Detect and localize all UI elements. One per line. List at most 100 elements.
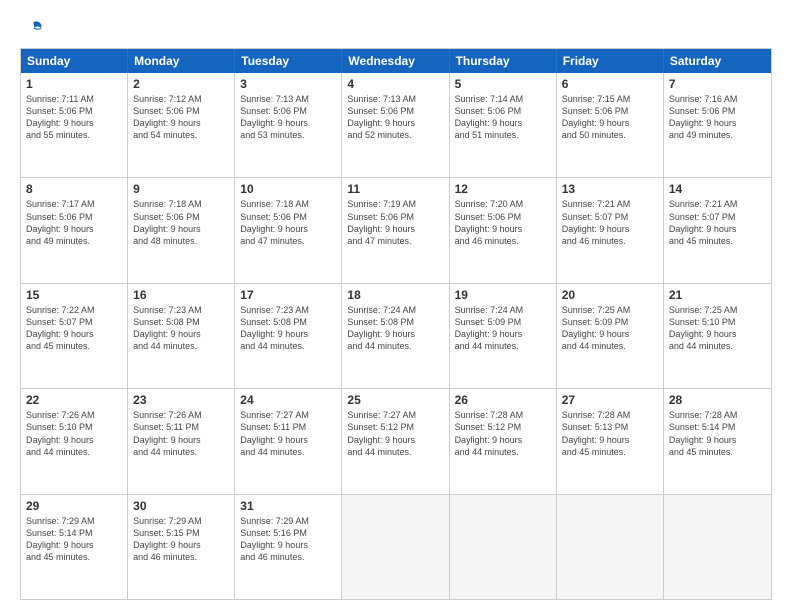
table-row: 23 Sunrise: 7:26 AMSunset: 5:11 PMDayligh…: [128, 389, 235, 493]
cell-text: Sunrise: 7:29 AMSunset: 5:15 PMDaylight:…: [133, 515, 229, 564]
cell-text: Sunrise: 7:29 AMSunset: 5:14 PMDaylight:…: [26, 515, 122, 564]
table-row: [450, 495, 557, 599]
table-row: 5Sunrise: 7:14 AMSunset: 5:06 PMDaylight…: [450, 73, 557, 177]
cell-text: Sunrise: 7:19 AMSunset: 5:06 PMDaylight:…: [347, 198, 443, 247]
logo: [20, 18, 45, 40]
cell-text: Sunrise: 7:13 AMSunset: 5:06 PMDaylight:…: [240, 93, 336, 142]
day-number: 17: [240, 288, 336, 302]
day-number: 28: [669, 393, 766, 407]
table-row: 24 Sunrise: 7:27 AMSunset: 5:11 PMDayligh…: [235, 389, 342, 493]
table-row: 19 Sunrise: 7:24 AMSunset: 5:09 PMDayligh…: [450, 284, 557, 388]
day-number: 31: [240, 499, 336, 513]
cell-text: Sunrise: 7:28 AMSunset: 5:14 PMDaylight:…: [669, 409, 766, 458]
cell-text: Sunrise: 7:11 AMSunset: 5:06 PMDaylight:…: [26, 93, 122, 142]
day-number: 1: [26, 77, 122, 91]
day-number: 7: [669, 77, 766, 91]
day-number: 2: [133, 77, 229, 91]
day-number: 20: [562, 288, 658, 302]
cell-text: Sunrise: 7:16 AMSunset: 5:06 PMDaylight:…: [669, 93, 766, 142]
cell-text: Sunrise: 7:23 AMSunset: 5:08 PMDaylight:…: [133, 304, 229, 353]
logo-bird-icon: [23, 18, 45, 40]
cell-text: Sunrise: 7:18 AMSunset: 5:06 PMDaylight:…: [240, 198, 336, 247]
header-saturday: Saturday: [664, 49, 771, 73]
table-row: 10 Sunrise: 7:18 AMSunset: 5:06 PMDayligh…: [235, 178, 342, 282]
day-number: 30: [133, 499, 229, 513]
table-row: 25 Sunrise: 7:27 AMSunset: 5:12 PMDayligh…: [342, 389, 449, 493]
day-number: 23: [133, 393, 229, 407]
cell-text: Sunrise: 7:21 AMSunset: 5:07 PMDaylight:…: [669, 198, 766, 247]
week-row-5: 29 Sunrise: 7:29 AMSunset: 5:14 PMDayligh…: [21, 495, 771, 599]
cell-text: Sunrise: 7:28 AMSunset: 5:13 PMDaylight:…: [562, 409, 658, 458]
table-row: 20 Sunrise: 7:25 AMSunset: 5:09 PMDayligh…: [557, 284, 664, 388]
table-row: 8 Sunrise: 7:17 AMSunset: 5:06 PMDaylight…: [21, 178, 128, 282]
cell-text: Sunrise: 7:26 AMSunset: 5:11 PMDaylight:…: [133, 409, 229, 458]
header-sunday: Sunday: [21, 49, 128, 73]
week-row-4: 22Sunrise: 7:26 AMSunset: 5:10 PMDayligh…: [21, 389, 771, 494]
day-number: 29: [26, 499, 122, 513]
table-row: 13Sunrise: 7:21 AMSunset: 5:07 PMDayligh…: [557, 178, 664, 282]
table-row: 22Sunrise: 7:26 AMSunset: 5:10 PMDayligh…: [21, 389, 128, 493]
day-number: 26: [455, 393, 551, 407]
table-row: 2Sunrise: 7:12 AMSunset: 5:06 PMDaylight…: [128, 73, 235, 177]
cell-text: Sunrise: 7:13 AMSunset: 5:06 PMDaylight:…: [347, 93, 443, 142]
day-number: 5: [455, 77, 551, 91]
table-row: 3Sunrise: 7:13 AMSunset: 5:06 PMDaylight…: [235, 73, 342, 177]
cell-text: Sunrise: 7:24 AMSunset: 5:09 PMDaylight:…: [455, 304, 551, 353]
table-row: 28 Sunrise: 7:28 AMSunset: 5:14 PMDayligh…: [664, 389, 771, 493]
table-row: 4Sunrise: 7:13 AMSunset: 5:06 PMDaylight…: [342, 73, 449, 177]
day-number: 9: [133, 182, 229, 196]
week-row-3: 15 Sunrise: 7:22 AMSunset: 5:07 PMDayligh…: [21, 284, 771, 389]
table-row: 21 Sunrise: 7:25 AMSunset: 5:10 PMDayligh…: [664, 284, 771, 388]
day-number: 15: [26, 288, 122, 302]
day-number: 27: [562, 393, 658, 407]
cell-text: Sunrise: 7:25 AMSunset: 5:10 PMDaylight:…: [669, 304, 766, 353]
cell-text: Sunrise: 7:20 AMSunset: 5:06 PMDaylight:…: [455, 198, 551, 247]
cell-text: Sunrise: 7:26 AMSunset: 5:10 PMDaylight:…: [26, 409, 122, 458]
cell-text: Sunrise: 7:27 AMSunset: 5:11 PMDaylight:…: [240, 409, 336, 458]
header-wednesday: Wednesday: [342, 49, 449, 73]
week-row-1: 1 Sunrise: 7:11 AMSunset: 5:06 PMDaylight…: [21, 73, 771, 178]
cell-text: Sunrise: 7:25 AMSunset: 5:09 PMDaylight:…: [562, 304, 658, 353]
cell-text: Sunrise: 7:15 AMSunset: 5:06 PMDaylight:…: [562, 93, 658, 142]
day-number: 25: [347, 393, 443, 407]
table-row: 26 Sunrise: 7:28 AMSunset: 5:12 PMDayligh…: [450, 389, 557, 493]
table-row: 17 Sunrise: 7:23 AMSunset: 5:08 PMDayligh…: [235, 284, 342, 388]
cell-text: Sunrise: 7:22 AMSunset: 5:07 PMDaylight:…: [26, 304, 122, 353]
day-number: 10: [240, 182, 336, 196]
cell-text: Sunrise: 7:28 AMSunset: 5:12 PMDaylight:…: [455, 409, 551, 458]
table-row: 14Sunrise: 7:21 AMSunset: 5:07 PMDayligh…: [664, 178, 771, 282]
table-row: 31Sunrise: 7:29 AMSunset: 5:16 PMDayligh…: [235, 495, 342, 599]
table-row: 9 Sunrise: 7:18 AMSunset: 5:06 PMDaylight…: [128, 178, 235, 282]
table-row: 11 Sunrise: 7:19 AMSunset: 5:06 PMDayligh…: [342, 178, 449, 282]
week-row-2: 8 Sunrise: 7:17 AMSunset: 5:06 PMDaylight…: [21, 178, 771, 283]
day-number: 12: [455, 182, 551, 196]
header: [20, 18, 772, 40]
table-row: 27 Sunrise: 7:28 AMSunset: 5:13 PMDayligh…: [557, 389, 664, 493]
day-number: 11: [347, 182, 443, 196]
cell-text: Sunrise: 7:27 AMSunset: 5:12 PMDaylight:…: [347, 409, 443, 458]
day-number: 16: [133, 288, 229, 302]
table-row: [664, 495, 771, 599]
table-row: 6 Sunrise: 7:15 AMSunset: 5:06 PMDaylight…: [557, 73, 664, 177]
table-row: [342, 495, 449, 599]
table-row: 30 Sunrise: 7:29 AMSunset: 5:15 PMDayligh…: [128, 495, 235, 599]
day-number: 13: [562, 182, 658, 196]
day-number: 8: [26, 182, 122, 196]
calendar-header: Sunday Monday Tuesday Wednesday Thursday…: [21, 49, 771, 73]
cell-text: Sunrise: 7:23 AMSunset: 5:08 PMDaylight:…: [240, 304, 336, 353]
table-row: 7 Sunrise: 7:16 AMSunset: 5:06 PMDaylight…: [664, 73, 771, 177]
table-row: 29 Sunrise: 7:29 AMSunset: 5:14 PMDayligh…: [21, 495, 128, 599]
day-number: 21: [669, 288, 766, 302]
table-row: 12 Sunrise: 7:20 AMSunset: 5:06 PMDayligh…: [450, 178, 557, 282]
cell-text: Sunrise: 7:17 AMSunset: 5:06 PMDaylight:…: [26, 198, 122, 247]
day-number: 24: [240, 393, 336, 407]
calendar: Sunday Monday Tuesday Wednesday Thursday…: [20, 48, 772, 600]
header-friday: Friday: [557, 49, 664, 73]
table-row: [557, 495, 664, 599]
cell-text: Sunrise: 7:18 AMSunset: 5:06 PMDaylight:…: [133, 198, 229, 247]
day-number: 19: [455, 288, 551, 302]
calendar-body: 1 Sunrise: 7:11 AMSunset: 5:06 PMDaylight…: [21, 73, 771, 599]
table-row: 15 Sunrise: 7:22 AMSunset: 5:07 PMDayligh…: [21, 284, 128, 388]
page: Sunday Monday Tuesday Wednesday Thursday…: [0, 0, 792, 612]
day-number: 6: [562, 77, 658, 91]
